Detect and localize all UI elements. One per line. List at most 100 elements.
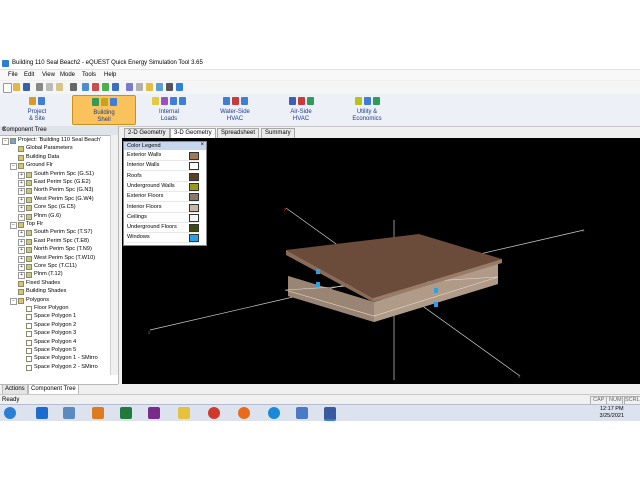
legend-item: Roofs: [127, 172, 199, 182]
expand-icon[interactable]: +: [18, 247, 25, 255]
expand-icon[interactable]: +: [18, 205, 25, 213]
internet-explorer-icon[interactable]: [36, 407, 48, 419]
menu-edit[interactable]: Edit: [24, 72, 34, 78]
folder-icon[interactable]: [178, 407, 190, 419]
expand-icon[interactable]: +: [18, 255, 25, 263]
gear-icon[interactable]: [166, 83, 173, 91]
tree-item-label: Global Parameters: [26, 145, 73, 152]
zoom-icon[interactable]: [126, 83, 133, 91]
tree-node-icon: [26, 171, 32, 178]
expand-icon[interactable]: +: [18, 196, 25, 204]
expand-icon[interactable]: +: [18, 238, 25, 246]
start-button-icon[interactable]: [4, 407, 16, 419]
onenote-icon[interactable]: [148, 407, 160, 419]
menu-file[interactable]: File: [8, 72, 18, 78]
tab-2d-geometry[interactable]: 2-D Geometry: [124, 128, 170, 138]
collapse-icon[interactable]: −: [10, 297, 17, 305]
legend-color-swatch: [189, 234, 199, 243]
menu-mode[interactable]: Mode: [60, 72, 75, 78]
file-explorer-icon[interactable]: [63, 407, 75, 419]
open-folder-icon[interactable]: [13, 83, 20, 91]
wizard-icon[interactable]: [82, 83, 89, 91]
tree-item-label: Floor Polygon: [34, 305, 69, 311]
system-clock[interactable]: 12:17 PM 3/25/2021: [600, 406, 624, 420]
tree-item-label: Space Polygon 3: [34, 330, 77, 337]
tree-node-icon: [26, 264, 32, 270]
copy-icon[interactable]: [46, 83, 53, 91]
tree-item-label: North Perim Spc (T.N9): [34, 246, 92, 253]
print-icon[interactable]: [70, 83, 77, 91]
chrome-icon[interactable]: [208, 407, 220, 419]
chiller-icon: [240, 97, 248, 105]
expand-icon[interactable]: +: [18, 180, 25, 187]
legend-color-swatch: [189, 152, 199, 160]
dollar-icon: [372, 97, 380, 105]
color-legend[interactable]: Color Legend × Exterior Walls Interior Wa…: [123, 141, 207, 246]
wall-icon: [100, 98, 108, 106]
tab-spreadsheet[interactable]: Spreadsheet: [217, 128, 260, 138]
color-legend-title: Color Legend: [127, 143, 161, 149]
expand-icon[interactable]: +: [18, 264, 25, 271]
tree-item-label: Building Data: [26, 153, 60, 160]
clock-date: 3/25/2021: [599, 413, 624, 419]
legend-item: Interior Walls: [127, 161, 199, 172]
ribbon-internal-loads-button[interactable]: Internal Loads: [138, 95, 200, 123]
tree-node-icon: [26, 364, 32, 371]
building-icon[interactable]: [92, 83, 99, 91]
tree-scrollbar[interactable]: [110, 135, 118, 375]
run-icon[interactable]: [102, 83, 109, 91]
ribbon-utility-economics-button[interactable]: Utility & Economics: [336, 95, 398, 123]
tree-item-label: North Perim Spc (G.N3): [34, 187, 94, 194]
tree-node-icon: [10, 138, 16, 144]
component-tree-panel: Component Tree × − Project: 'Building 110…: [0, 126, 119, 384]
3d-geometry-view[interactable]: x x x x Color Legend × Exterior Walls Int…: [122, 138, 640, 384]
equest-taskbar-icon[interactable]: [324, 407, 336, 421]
collapse-icon[interactable]: −: [10, 222, 17, 229]
equipment-icon: [170, 97, 177, 105]
ribbon-water-side-hvac-button[interactable]: Water-Side HVAC: [204, 95, 266, 123]
paste-icon[interactable]: [56, 83, 63, 91]
edge-icon[interactable]: [268, 407, 280, 419]
media-player-icon[interactable]: [92, 407, 104, 419]
menu-help[interactable]: Help: [104, 72, 116, 78]
expand-icon[interactable]: +: [18, 230, 25, 238]
ribbon-building-shell-button[interactable]: Building Shell: [72, 95, 136, 125]
tree-node-icon: [26, 306, 32, 312]
ribbon-label: Project & Site: [27, 109, 47, 122]
legend-item-label: Underground Walls: [127, 182, 175, 189]
menu-tools[interactable]: Tools: [82, 72, 96, 78]
notes-icon[interactable]: [296, 407, 308, 419]
ribbon-project-site-button[interactable]: Project & Site: [6, 95, 68, 123]
close-icon[interactable]: ×: [200, 142, 204, 148]
excel-icon[interactable]: [120, 407, 132, 419]
collapse-icon[interactable]: −: [10, 163, 17, 171]
tree-item-label: West Perim Spc (G.W4): [34, 195, 94, 202]
tree-node-icon: [18, 154, 24, 161]
expand-icon[interactable]: +: [18, 213, 25, 221]
tab-3d-geometry[interactable]: 3-D Geometry: [170, 128, 216, 138]
grid-icon[interactable]: [136, 83, 143, 91]
ribbon-label: Air-Side HVAC: [290, 109, 312, 122]
new-file-icon[interactable]: [3, 83, 12, 93]
close-icon[interactable]: ×: [2, 126, 115, 133]
chart-icon[interactable]: [156, 83, 163, 91]
expand-icon[interactable]: +: [18, 171, 25, 179]
tree-item-label: Plnm (G.6): [34, 212, 62, 219]
tab-summary[interactable]: Summary: [261, 128, 295, 138]
tree-item-label: Fixed Shades: [26, 279, 61, 286]
tree-item-label: Space Polygon 1 - SMirro: [34, 355, 98, 362]
help-icon[interactable]: [176, 83, 183, 91]
save-icon[interactable]: [23, 83, 30, 91]
firefox-icon[interactable]: [238, 407, 250, 419]
expand-icon[interactable]: +: [18, 272, 25, 280]
collapse-icon[interactable]: −: [2, 138, 9, 145]
tree-item-label: Space Polygon 2: [34, 321, 77, 328]
view-icon[interactable]: [112, 83, 119, 91]
cut-icon[interactable]: [36, 83, 43, 91]
menu-view[interactable]: View: [42, 72, 55, 78]
legend-item-label: Exterior Walls: [127, 152, 162, 158]
legend-item-label: Exterior Floors: [127, 193, 164, 200]
ribbon-air-side-hvac-button[interactable]: Air-Side HVAC: [270, 95, 332, 123]
expand-icon[interactable]: +: [18, 188, 25, 196]
lightbulb-icon[interactable]: [146, 83, 153, 91]
